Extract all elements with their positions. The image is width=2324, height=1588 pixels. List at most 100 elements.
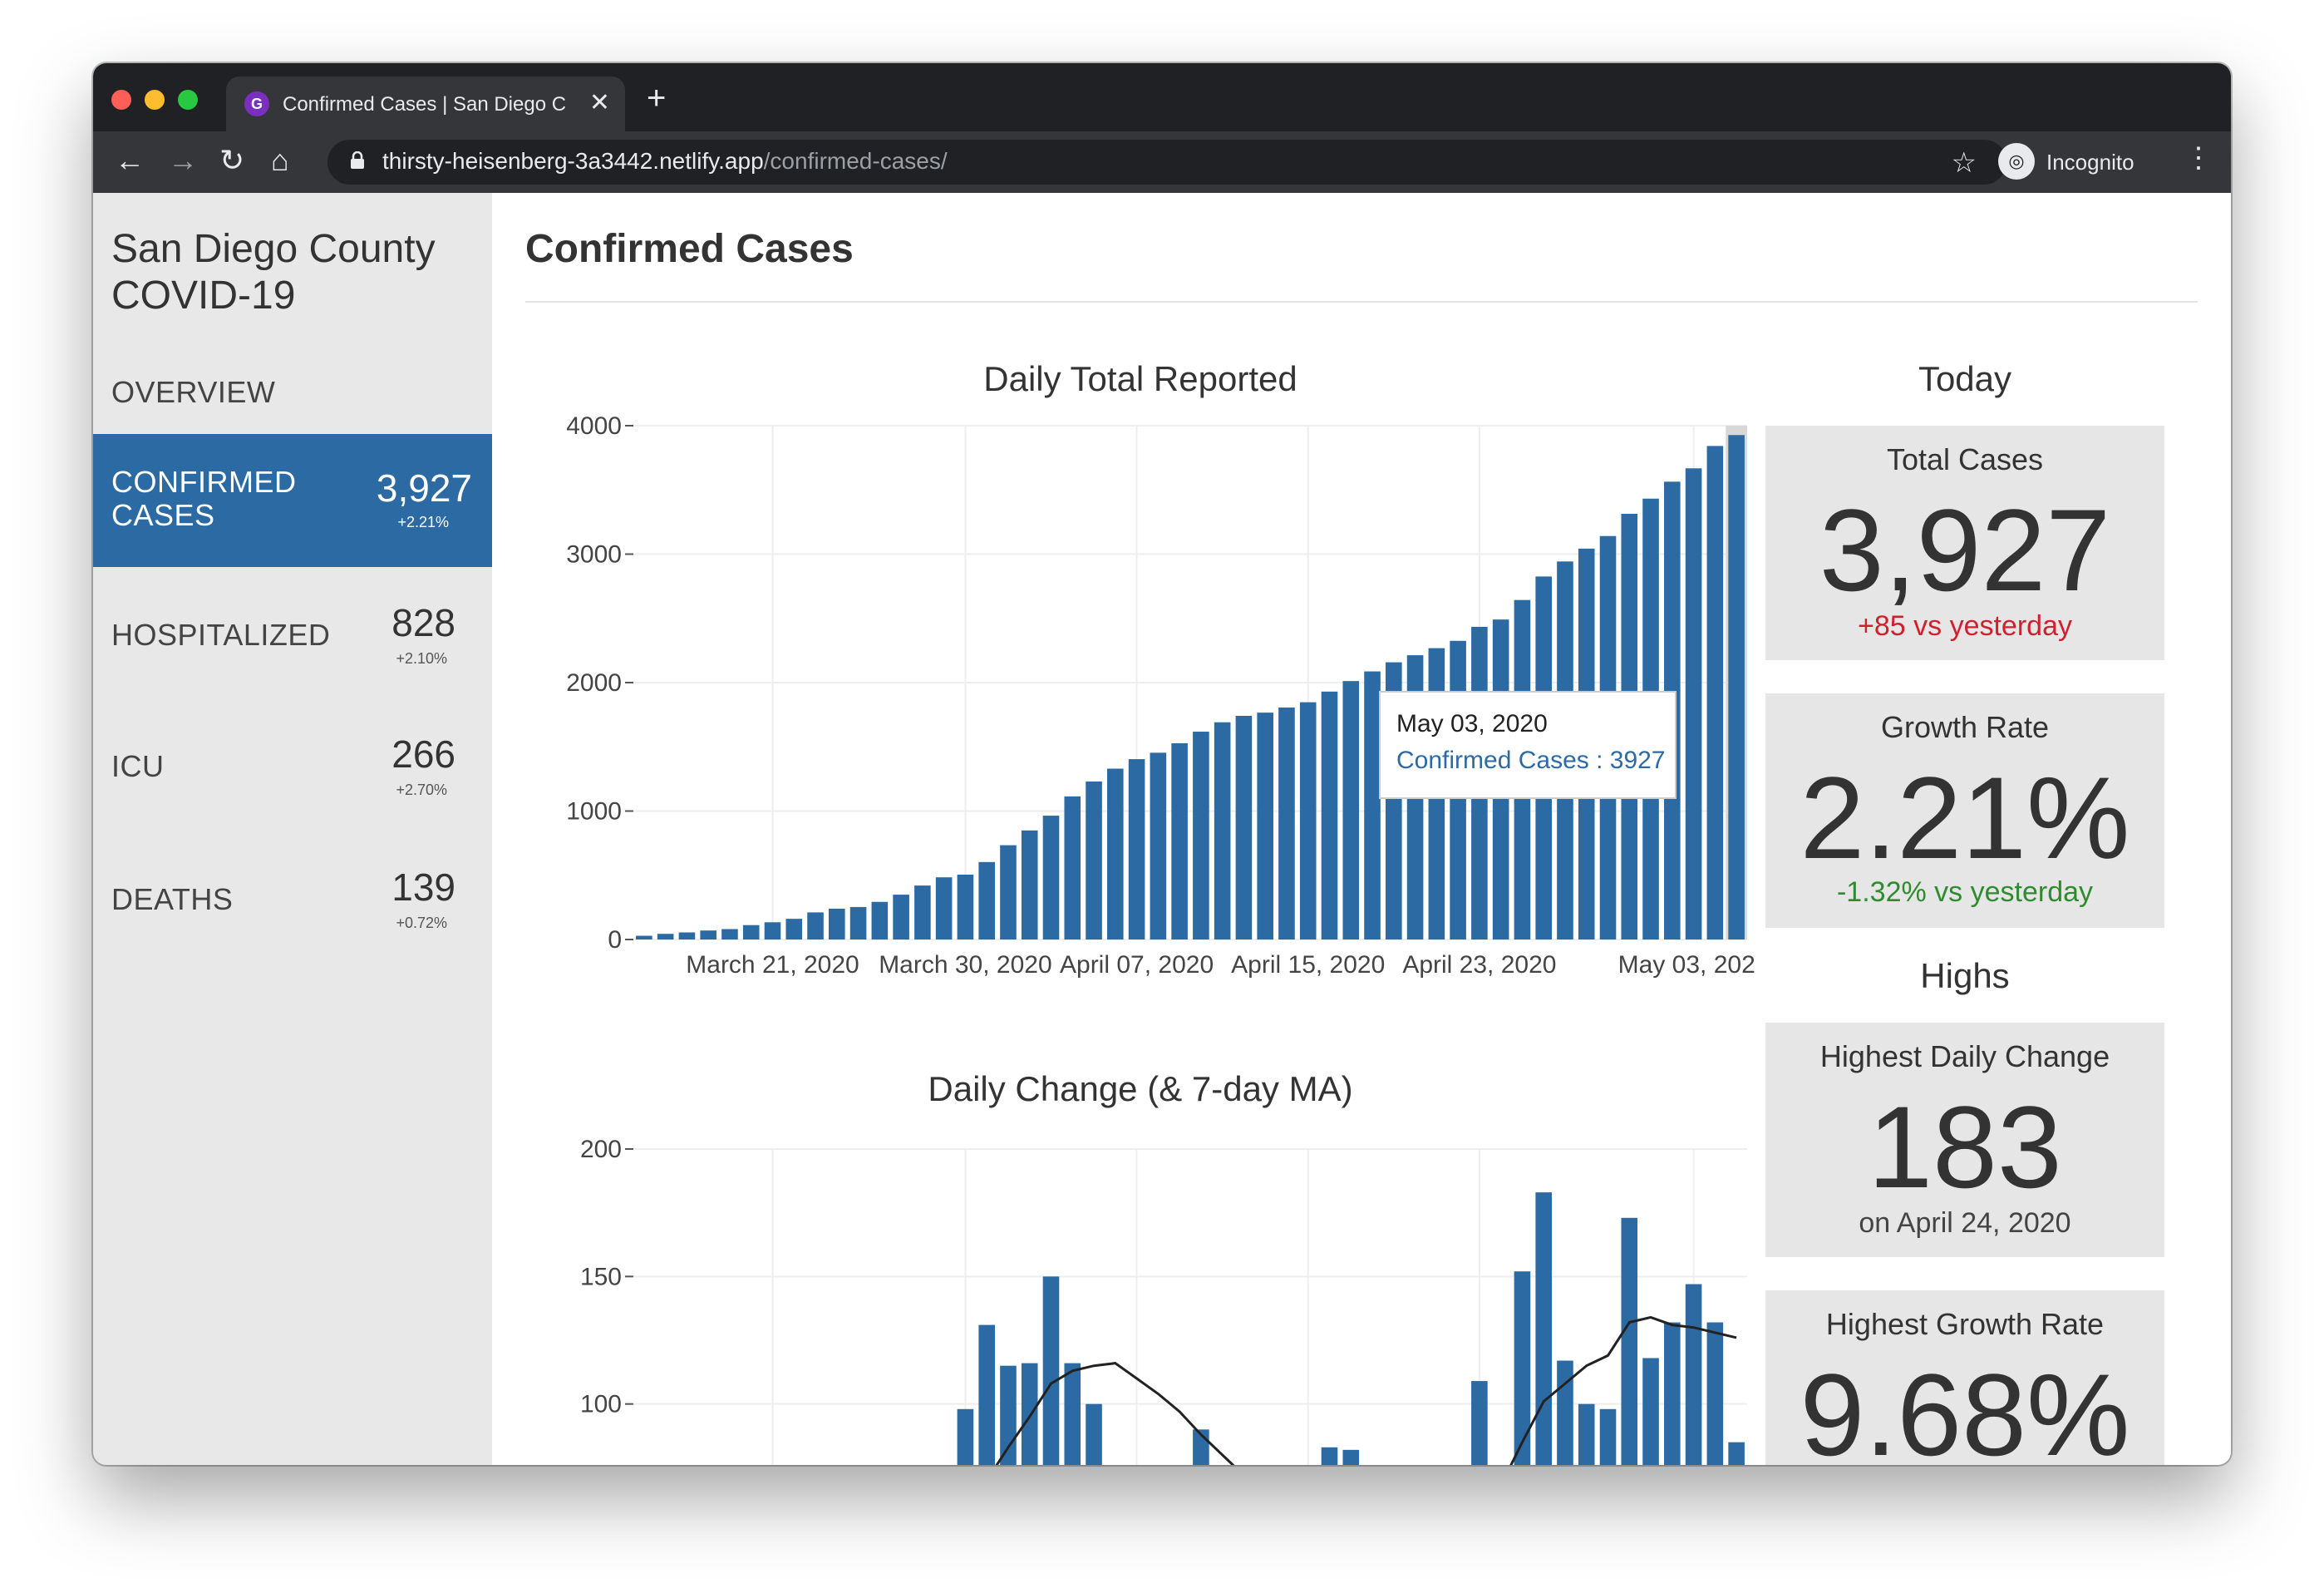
bar-total[interactable] [871,901,889,939]
bar-total[interactable] [957,874,974,939]
bar-total[interactable] [1685,468,1702,939]
x-tick-label: April 15, 2020 [1231,951,1385,979]
bar-total[interactable] [1299,702,1317,939]
bar-total[interactable] [657,934,674,939]
bar-total[interactable] [829,908,845,939]
bar-total[interactable] [764,922,781,939]
sidebar: San Diego County COVID-19 OVERVIEW CONFI… [93,193,492,1465]
bar-daily-change[interactable] [1642,1358,1659,1465]
bar-daily-change[interactable] [1535,1192,1552,1465]
bar-daily-change[interactable] [1086,1403,1102,1465]
card-value: 3,927 [1819,485,2111,615]
address-bar[interactable]: thirsty-heisenberg-3a3442.netlify.app/co… [327,140,2006,185]
card-sub: +85 vs yesterday [1858,610,2072,642]
bar-total[interactable] [1042,816,1060,939]
x-tick-label: March 21, 2020 [686,951,859,979]
site-title[interactable]: San Diego County COVID-19 [111,226,436,319]
bar-total[interactable] [849,906,867,939]
bar-daily-change[interactable] [1342,1449,1360,1465]
bar-total[interactable] [807,912,824,939]
card-value: 9.68% [1800,1349,2130,1466]
bar-total[interactable] [1364,671,1381,939]
reload-icon[interactable]: ↻ [219,143,244,178]
bar-total[interactable] [1086,781,1102,939]
bar-daily-change[interactable] [1042,1276,1060,1465]
bar-daily-change[interactable] [1321,1447,1338,1465]
bar-total[interactable] [721,929,738,939]
bar-daily-change[interactable] [1621,1217,1638,1465]
bar-total[interactable] [1235,716,1253,939]
bar-daily-change[interactable] [1064,1363,1081,1465]
incognito-profile-button[interactable]: ◎ Incognito [1998,141,2176,183]
chart-daily-total[interactable]: 0 1000 2000 3000 4000 March 21, 2020 March 30,… [525,401,1755,999]
bar-total[interactable] [678,932,696,939]
sidebar-item-count: 3,927 [376,466,472,510]
browser-menu-icon[interactable]: ⋮ [2184,141,2213,175]
bar-total[interactable] [1278,707,1295,939]
bar-daily-change[interactable] [1706,1322,1724,1465]
bar-daily-change[interactable] [1664,1322,1681,1465]
maximize-window-button[interactable] [178,90,198,110]
y-tick-label: 4000 [566,412,622,440]
bar-total[interactable] [1706,446,1724,939]
y-tick-label: 3000 [566,541,622,569]
sidebar-item-overview[interactable]: OVERVIEW [93,356,492,431]
bar-total[interactable] [700,930,716,939]
bar-daily-change[interactable] [1599,1408,1617,1465]
bar-daily-change[interactable] [1728,1442,1745,1465]
sidebar-item-hospitalized[interactable]: HOSPITALIZED 828 +2.10% [93,567,492,700]
bar-daily-change[interactable] [1021,1363,1038,1465]
sidebar-item-confirmed-cases[interactable]: CONFIRMED CASES 3,927 +2.21% [93,434,492,567]
bar-total[interactable] [893,895,909,939]
bar-daily-change[interactable] [1685,1284,1702,1465]
home-icon[interactable]: ⌂ [271,143,289,178]
bar-total[interactable] [1128,759,1145,939]
bar-total[interactable] [978,861,995,939]
new-tab-icon[interactable]: + [647,80,666,117]
chart1-title: Daily Total Reported [983,359,1297,398]
bookmark-star-icon[interactable]: ☆ [1952,146,1977,180]
y-tick-label: 150 [580,1263,622,1290]
sidebar-item-deaths[interactable]: DEATHS 139 +0.72% [93,833,492,966]
close-tab-icon[interactable]: ✕ [589,88,610,117]
bar-daily-change[interactable] [978,1324,995,1465]
bar-total[interactable] [1257,713,1273,939]
sidebar-item-pct: +0.72% [396,915,447,931]
page-content: San Diego County COVID-19 OVERVIEW CONFI… [93,193,2231,1465]
tab-confirmed-cases[interactable]: G Confirmed Cases | San Diego C ✕ [226,76,625,131]
bar-total[interactable] [1000,845,1017,939]
card-title: Highest Growth Rate [1825,1307,2105,1341]
bar-daily-change[interactable] [1557,1360,1573,1465]
bar-total[interactable] [935,877,953,939]
x-tick-label: April 07, 2020 [1060,951,1214,979]
bar-total[interactable] [1021,830,1038,939]
bar-total[interactable] [1064,796,1081,939]
bar-total[interactable] [1171,742,1188,939]
bar-total[interactable] [914,885,931,939]
title-bar: G Confirmed Cases | San Diego C ✕ + [93,63,2231,131]
close-window-button[interactable] [111,90,131,110]
bar-daily-change[interactable] [1514,1271,1531,1465]
forward-icon[interactable]: → [168,143,198,178]
bar-total[interactable] [1321,691,1338,939]
bar-daily-change[interactable] [1471,1381,1488,1465]
bar-total[interactable] [785,919,803,939]
y-tick-label: 0 [608,926,622,954]
bar-daily-change[interactable] [1578,1403,1595,1465]
bar-total[interactable] [1728,435,1745,939]
bar-total[interactable] [1214,722,1231,939]
sidebar-item-icu[interactable]: ICU 266 +2.70% [93,700,492,833]
bar-total[interactable] [636,935,652,939]
back-icon[interactable]: ← [115,143,145,178]
chart-tooltip: May 03, 2020 Confirmed Cases : 3927 [1379,691,1677,799]
card-total-cases: Total Cases 3,927 +85 vs yesterday [1765,426,2164,660]
bar-total[interactable] [1107,768,1124,939]
bar-total[interactable] [1193,732,1209,939]
minimize-window-button[interactable] [145,90,165,110]
chart-daily-change[interactable]: 100 150 200 [525,1107,1755,1465]
bar-daily-change[interactable] [1000,1365,1017,1465]
bar-total[interactable] [742,925,760,939]
bar-total[interactable] [1150,752,1167,939]
bar-total[interactable] [1342,681,1360,939]
bar-daily-change[interactable] [957,1408,974,1465]
